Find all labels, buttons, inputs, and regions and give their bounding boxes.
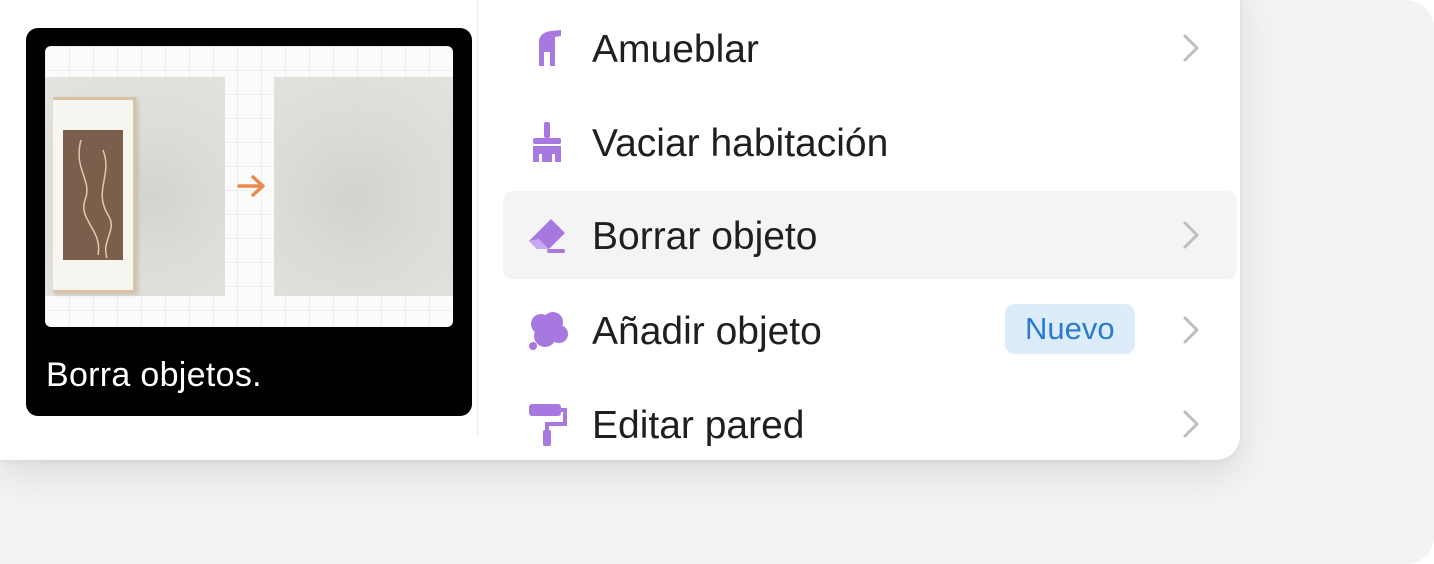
arrow-right-icon — [237, 175, 265, 197]
tooltip-caption: Borra objetos. — [46, 356, 262, 394]
cloud-icon — [529, 312, 568, 350]
framed-artwork — [63, 130, 123, 260]
chevron-right-icon — [1183, 316, 1199, 344]
wall-frame — [53, 97, 136, 293]
chevron-right-icon — [1183, 34, 1199, 62]
eraser-icon — [529, 219, 565, 253]
menu-item-editar-pared[interactable]: Editar pared — [503, 380, 1237, 468]
menu-item-amueblar[interactable]: Amueblar — [503, 4, 1237, 92]
after-photo — [274, 77, 453, 296]
chair-icon — [539, 30, 561, 66]
menu-item-vaciar-habitacion[interactable]: Vaciar habitación — [503, 98, 1237, 186]
before-after-preview — [45, 46, 453, 327]
menu-item-anadir-objeto[interactable]: Añadir objeto Nuevo — [503, 286, 1237, 374]
before-photo — [45, 77, 225, 296]
menu-item-borrar-objeto[interactable]: Borrar objeto — [503, 191, 1237, 279]
feature-preview-tooltip: Borra objetos. — [26, 28, 472, 416]
menu-item-label: Amueblar — [592, 28, 759, 71]
menu-item-label: Añadir objeto — [592, 310, 822, 353]
panel-divider — [477, 0, 478, 436]
new-badge: Nuevo — [1005, 304, 1135, 354]
chevron-right-icon — [1183, 221, 1199, 249]
chevron-right-icon — [1183, 410, 1199, 438]
broom-icon — [533, 122, 561, 162]
menu-item-label: Vaciar habitación — [592, 122, 889, 165]
menu-item-label: Borrar objeto — [592, 215, 818, 258]
menu-item-label: Editar pared — [592, 404, 805, 447]
paint-roller-icon — [529, 404, 567, 446]
